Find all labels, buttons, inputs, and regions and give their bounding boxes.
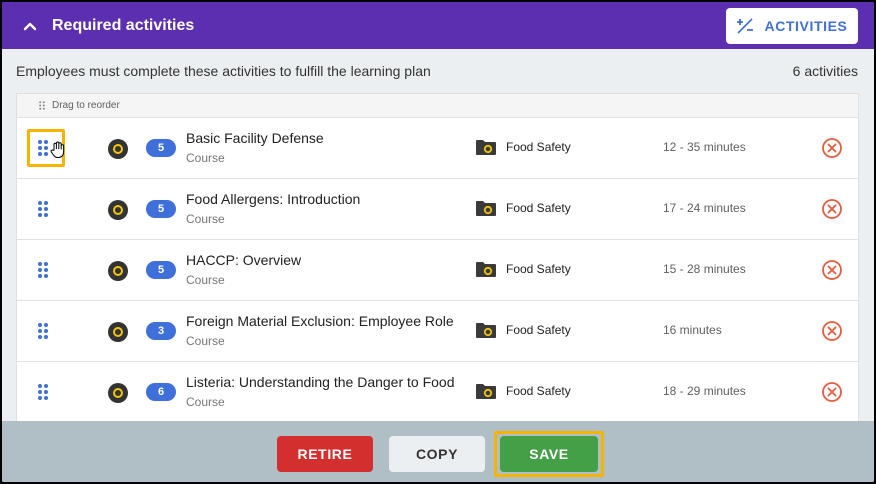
hand-cursor-icon (50, 141, 65, 158)
activities-button[interactable]: ACTIVITIES (726, 8, 858, 44)
save-highlight: SAVE (494, 431, 604, 477)
drag-hint-label: Drag to reorder (52, 100, 120, 111)
vendor-logo-icon (108, 383, 128, 403)
folder-icon (476, 201, 496, 216)
drag-handle[interactable] (27, 312, 65, 350)
drag-handle-icon (38, 262, 48, 278)
activity-duration: 17 - 24 minutes (663, 201, 746, 215)
list-item: 5 Basic Facility Defense Course Food Saf… (17, 118, 858, 179)
activity-duration: 16 minutes (663, 323, 722, 337)
vendor-logo-icon (108, 261, 128, 281)
vendor-logo-icon (108, 322, 128, 342)
activity-title: Foreign Material Exclusion: Employee Rol… (186, 313, 454, 329)
vendor-logo-icon (108, 200, 128, 220)
drag-handle-icon (38, 384, 48, 400)
chevron-up-icon (23, 22, 37, 30)
drag-handle[interactable] (27, 251, 65, 289)
activity-type: Course (186, 334, 225, 348)
save-button[interactable]: SAVE (500, 436, 598, 472)
folder-icon (476, 323, 496, 338)
level-badge: 5 (146, 139, 176, 157)
folder-icon (476, 384, 496, 399)
list-header: Drag to reorder (17, 94, 858, 118)
level-badge: 5 (146, 200, 176, 218)
vendor-logo-icon (108, 139, 128, 159)
remove-circle-icon[interactable] (821, 320, 843, 342)
level-badge: 5 (146, 261, 176, 279)
drag-handle[interactable] (27, 373, 65, 411)
drag-handle-icon (38, 140, 48, 156)
panel-subheader: Employees must complete these activities… (16, 59, 858, 83)
activity-duration: 12 - 35 minutes (663, 140, 746, 154)
activity-title: HACCP: Overview (186, 252, 302, 268)
add-remove-icon (737, 18, 754, 34)
activity-type: Course (186, 212, 225, 226)
activity-list: Drag to reorder 5 Basic Facility Defense… (16, 93, 859, 423)
remove-circle-icon[interactable] (821, 198, 843, 220)
collapse-button[interactable] (19, 15, 41, 37)
activity-count: 6 activities (792, 63, 858, 79)
activity-duration: 18 - 29 minutes (663, 384, 746, 398)
activity-duration: 15 - 28 minutes (663, 262, 746, 276)
drag-handle[interactable] (27, 129, 65, 167)
list-item: 5 HACCP: Overview Course Food Safety 15 … (17, 240, 858, 301)
remove-circle-icon[interactable] (821, 381, 843, 403)
activity-title: Food Allergens: Introduction (186, 191, 361, 207)
remove-circle-icon[interactable] (821, 137, 843, 159)
list-item: 5 Food Allergens: Introduction Course Fo… (17, 179, 858, 240)
panel-title: Required activities (52, 16, 195, 34)
drag-handle[interactable] (27, 190, 65, 228)
level-badge: 3 (146, 322, 176, 340)
drag-handle-icon (38, 201, 48, 217)
list-item: 3 Foreign Material Exclusion: Employee R… (17, 301, 858, 362)
activity-category: Food Safety (506, 323, 571, 337)
activity-category: Food Safety (506, 201, 571, 215)
action-footer: RETIRE COPY SAVE (2, 421, 874, 482)
level-badge: 6 (146, 383, 176, 401)
activity-type: Course (186, 395, 225, 409)
activity-type: Course (186, 273, 225, 287)
activities-button-label: ACTIVITIES (764, 18, 848, 34)
activity-title: Listeria: Understanding the Danger to Fo… (186, 374, 455, 390)
retire-button[interactable]: RETIRE (277, 436, 373, 472)
activity-category: Food Safety (506, 140, 571, 154)
activity-type: Course (186, 151, 225, 165)
folder-icon (476, 262, 496, 277)
panel-header: Required activities ACTIVITIES (2, 2, 874, 49)
list-item: 6 Listeria: Understanding the Danger to … (17, 362, 858, 422)
panel-description: Employees must complete these activities… (16, 63, 431, 79)
activity-title: Basic Facility Defense (186, 130, 324, 146)
drag-handle-icon (38, 323, 48, 339)
drag-dots-icon (39, 101, 45, 110)
folder-icon (476, 140, 496, 155)
copy-button[interactable]: COPY (389, 436, 485, 472)
required-activities-panel: Required activities ACTIVITIES Employees… (2, 2, 874, 482)
activity-category: Food Safety (506, 262, 571, 276)
activity-category: Food Safety (506, 384, 571, 398)
remove-circle-icon[interactable] (821, 259, 843, 281)
